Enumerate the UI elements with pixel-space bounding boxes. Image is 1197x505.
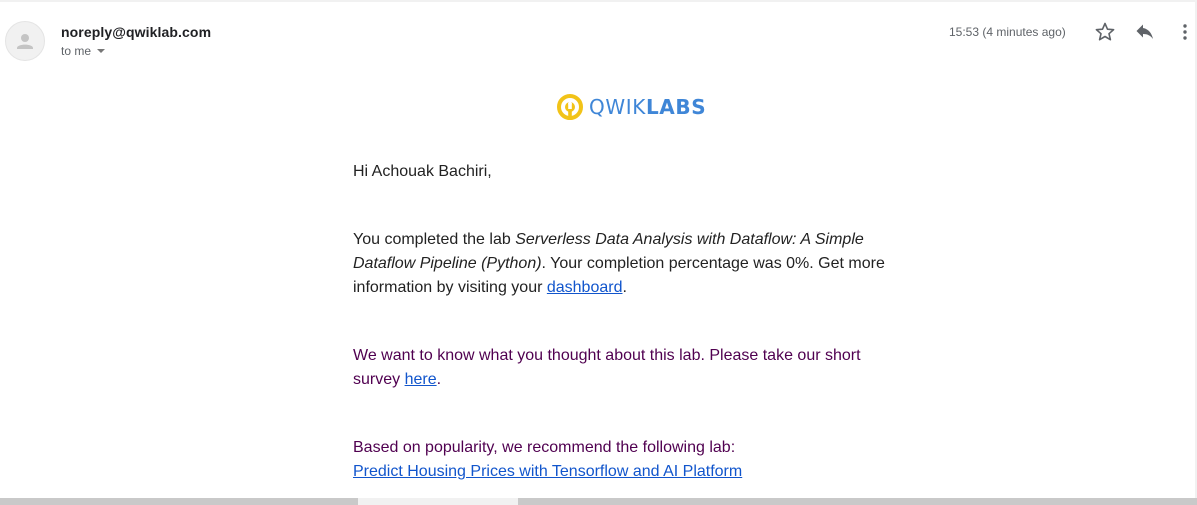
dashboard-link[interactable]: dashboard <box>547 279 623 296</box>
star-button[interactable] <box>1093 20 1117 44</box>
reply-button[interactable] <box>1133 20 1157 44</box>
p2-text-after: . <box>436 371 442 388</box>
qwiklabs-logo-icon <box>557 94 583 120</box>
greeting: Hi Achouak Bachiri, <box>353 163 492 180</box>
p1-text-after: . <box>622 279 627 296</box>
survey-link[interactable]: here <box>405 371 437 388</box>
scrollbar-track-left <box>0 498 358 505</box>
recommendation-paragraph: Based on popularity, we recommend the fo… <box>353 436 893 484</box>
more-options-button[interactable] <box>1173 20 1197 44</box>
recipient-label: to me <box>61 44 92 58</box>
recommended-lab-link[interactable]: Predict Housing Prices with Tensorflow a… <box>353 460 893 484</box>
sender-address[interactable]: noreply@qwiklab.com <box>61 24 211 40</box>
email-view: noreply@qwiklab.com to me 15:53 (4 minut… <box>0 0 1197 505</box>
message-timestamp: 15:53 (4 minutes ago) <box>949 25 1066 39</box>
top-divider <box>0 0 1197 2</box>
logo-text-qwik: QWIK <box>589 95 646 119</box>
chevron-down-icon <box>97 49 106 53</box>
horizontal-scrollbar[interactable] <box>0 498 1197 505</box>
logo-wordmark: QWIKLABS <box>589 95 706 119</box>
person-icon <box>17 34 33 49</box>
more-vert-icon <box>1183 24 1187 40</box>
recommendation-text: Based on popularity, we recommend the fo… <box>353 439 736 456</box>
qwiklabs-logo: QWIKLABS <box>556 93 706 121</box>
scrollbar-track-right <box>518 498 1197 505</box>
p1-text-before: You completed the lab <box>353 231 516 248</box>
scrollbar-thumb[interactable] <box>358 498 518 505</box>
reply-icon <box>1136 24 1153 39</box>
completion-paragraph: You completed the lab Serverless Data An… <box>353 228 893 300</box>
star-icon <box>1095 22 1115 41</box>
sender-avatar[interactable] <box>5 21 45 61</box>
survey-paragraph: We want to know what you thought about t… <box>353 344 893 392</box>
logo-text-labs: LABS <box>645 95 707 119</box>
recipient-details-toggle[interactable]: to me <box>61 44 106 58</box>
